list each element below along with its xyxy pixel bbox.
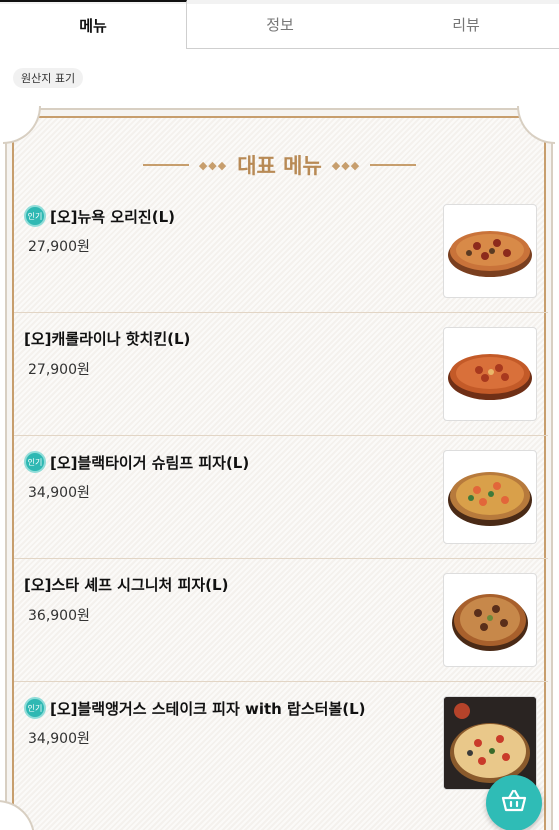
pizza-image — [443, 573, 537, 667]
section-header: ◆◆◆ 대표 메뉴 ◆◆◆ — [0, 150, 559, 180]
item-price: 34,900원 — [28, 485, 90, 501]
diamond-ornament-icon: ◆◆◆ — [331, 158, 361, 172]
menu-list: 인기 [오]뉴욕 오리진(L) 27,900원 [오]캐롤라이나 핫치킨(L) … — [14, 190, 548, 805]
tab-info[interactable]: 정보 — [187, 0, 373, 49]
basket-icon — [501, 789, 527, 817]
popular-badge: 인기 — [24, 451, 46, 473]
pizza-image — [443, 450, 537, 544]
item-name-row: [오]캐롤라이나 핫치킨(L) — [24, 328, 190, 349]
menu-item[interactable]: 인기 [오]블랙앵거스 스테이크 피자 with 랍스터볼(L) 34,900원 — [14, 682, 548, 805]
origin-label-button[interactable]: 원산지 표기 — [13, 68, 84, 88]
popular-badge: 인기 — [24, 697, 46, 719]
tab-review[interactable]: 리뷰 — [373, 0, 559, 49]
menu-item[interactable]: [오]캐롤라이나 핫치킨(L) 27,900원 — [14, 313, 548, 436]
item-name-row: 인기 [오]뉴욕 오리진(L) — [24, 205, 175, 227]
menu-item[interactable]: 인기 [오]뉴욕 오리진(L) 27,900원 — [14, 190, 548, 313]
item-name-row: 인기 [오]블랙앵거스 스테이크 피자 with 랍스터볼(L) — [24, 697, 366, 719]
menu-item[interactable]: 인기 [오]블랙타이거 슈림프 피자(L) 34,900원 — [14, 436, 548, 559]
item-name: [오]블랙앵거스 스테이크 피자 with 랍스터볼(L) — [50, 699, 366, 718]
item-price: 34,900원 — [28, 731, 90, 747]
divider — [370, 164, 417, 166]
item-name-row: [오]스타 셰프 시그니처 피자(L) — [24, 574, 228, 595]
pizza-image — [443, 204, 537, 298]
popular-badge: 인기 — [24, 205, 46, 227]
pizza-image — [443, 327, 537, 421]
item-name: [오]캐롤라이나 핫치킨(L) — [24, 330, 191, 348]
item-name-row: 인기 [오]블랙타이거 슈림프 피자(L) — [24, 451, 249, 473]
item-name: [오]뉴욕 오리진(L) — [50, 207, 176, 226]
menu-item[interactable]: [오]스타 셰프 시그니처 피자(L) 36,900원 — [14, 559, 548, 682]
item-name: [오]스타 셰프 시그니처 피자(L) — [24, 576, 229, 594]
item-price: 36,900원 — [28, 608, 90, 624]
menu-tabs: 메뉴 정보 리뷰 — [0, 0, 559, 49]
diamond-ornament-icon: ◆◆◆ — [198, 158, 228, 172]
divider — [142, 164, 189, 166]
tab-menu[interactable]: 메뉴 — [0, 0, 187, 49]
cart-button[interactable] — [486, 775, 542, 830]
item-price: 27,900원 — [28, 362, 90, 378]
item-name: [오]블랙타이거 슈림프 피자(L) — [50, 453, 250, 472]
section-title: 대표 메뉴 — [237, 154, 322, 178]
item-price: 27,900원 — [28, 239, 90, 255]
